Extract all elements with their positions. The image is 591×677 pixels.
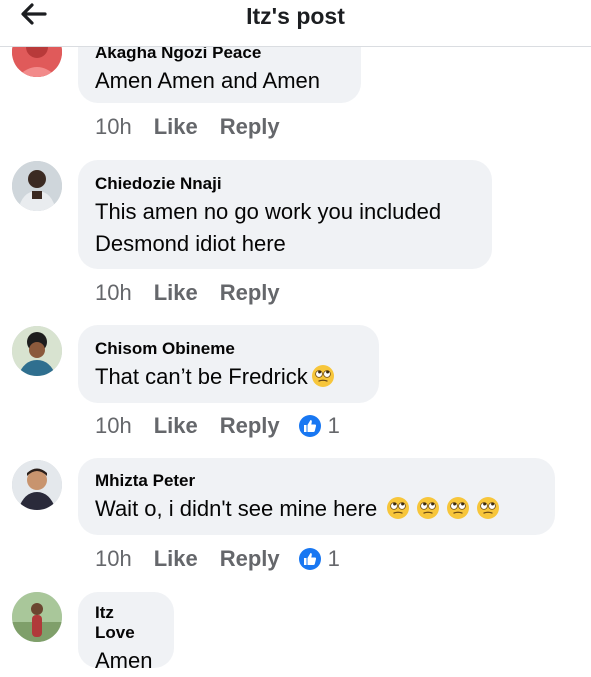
comment-text-line-2: Desmond idiot here: [95, 231, 286, 256]
comment-text: Wait o, i didn't see mine here: [95, 496, 378, 521]
comment-text-row: Wait o, i didn't see mine here: [95, 493, 538, 525]
comment-text-row: That can’t be Fredrick: [95, 361, 362, 393]
rolling-eyes-emoji-icon: [477, 497, 500, 519]
comment-text: That can’t be Fredrick: [95, 364, 308, 389]
like-button[interactable]: Like: [154, 114, 198, 140]
comment-actions: 10h Like Reply: [95, 112, 302, 142]
comment-time[interactable]: 10h: [95, 413, 132, 439]
like-button[interactable]: Like: [154, 280, 198, 306]
comment-actions: 10h Like Reply 1: [95, 544, 340, 574]
thumbs-up-icon: [298, 415, 321, 437]
thumbs-up-icon: [298, 548, 321, 570]
reply-button[interactable]: Reply: [220, 114, 280, 140]
comment-bubble[interactable]: Chiedozie Nnaji This amen no go work you…: [78, 160, 492, 269]
reaction-count: 1: [327, 413, 340, 438]
rolling-eyes-emoji-icon: [387, 497, 410, 519]
avatar[interactable]: [12, 326, 62, 376]
comment-text-line-1: This amen no go work you included: [95, 199, 442, 224]
avatar[interactable]: [12, 460, 62, 510]
comment-time[interactable]: 10h: [95, 114, 132, 140]
like-button[interactable]: Like: [154, 546, 198, 572]
top-bar: Itz's post: [0, 0, 591, 47]
like-button[interactable]: Like: [154, 413, 198, 439]
reply-button[interactable]: Reply: [220, 280, 280, 306]
commenter-name[interactable]: Chisom Obineme: [95, 339, 362, 359]
avatar[interactable]: [12, 161, 62, 211]
commenter-name[interactable]: Chiedozie Nnaji: [95, 174, 475, 194]
comment-actions: 10h Like Reply 1: [95, 411, 340, 441]
comment-text: Amen: [95, 648, 153, 673]
rolling-eyes-emoji-icon: [447, 497, 470, 519]
comment-time[interactable]: 10h: [95, 546, 132, 572]
page-title: Itz's post: [246, 3, 345, 29]
rolling-eyes-emoji-icon: [311, 365, 334, 387]
rolling-eyes-emoji-icon: [417, 497, 440, 519]
comment-bubble[interactable]: Itz Love Amen: [78, 592, 174, 673]
comment-actions: 10h Like Reply: [95, 278, 302, 308]
comment-time[interactable]: 10h: [95, 280, 132, 306]
reaction-count: 1: [327, 546, 340, 571]
commenter-name[interactable]: Mhizta Peter: [95, 471, 538, 491]
reply-button[interactable]: Reply: [220, 546, 280, 572]
reaction-summary[interactable]: 1: [298, 546, 340, 572]
emoji-group: [383, 496, 500, 521]
avatar[interactable]: [12, 592, 62, 642]
comment-text: Amen Amen and Amen: [95, 68, 321, 93]
comment-bubble[interactable]: Chisom Obineme That can’t be Fredrick: [78, 325, 379, 403]
commenter-name[interactable]: Itz Love: [95, 603, 157, 643]
comment-bubble[interactable]: Mhizta Peter Wait o, i didn't see mine h…: [78, 458, 555, 535]
reaction-summary[interactable]: 1: [298, 413, 340, 439]
reply-button[interactable]: Reply: [220, 413, 280, 439]
